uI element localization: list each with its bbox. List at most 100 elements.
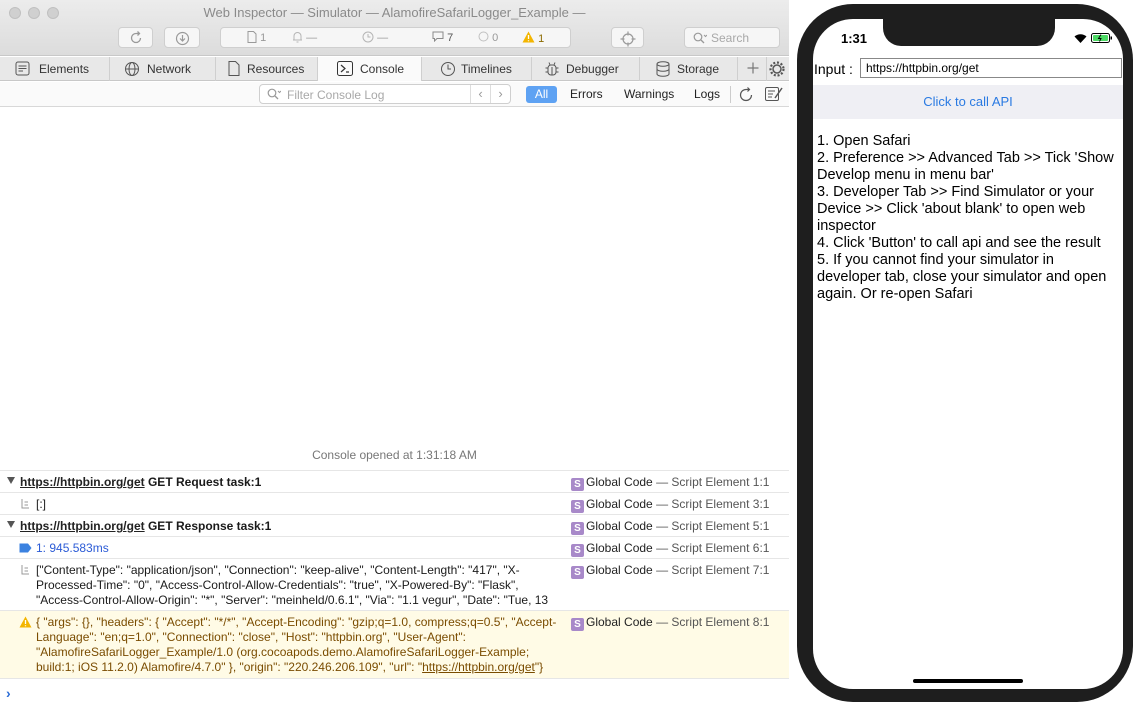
message-source[interactable]: S Global Code — Script Element 7:1: [571, 563, 769, 579]
window-title: Web Inspector — Simulator — AlamofireSaf…: [203, 5, 586, 20]
tab-network[interactable]: Network: [110, 57, 216, 81]
script-icon: S: [571, 522, 584, 535]
console-icon: [337, 61, 353, 76]
url-input[interactable]: [860, 58, 1122, 78]
console-log: Console opened at 1:31:18 AM https://htt…: [0, 108, 789, 706]
console-message[interactable]: https://httpbin.org/get GET Response tas…: [0, 514, 789, 536]
clear-log-icon[interactable]: [765, 86, 783, 102]
message-source[interactable]: S Global Code — Script Element 3:1: [571, 497, 769, 513]
reload-icon: [130, 31, 142, 44]
title-bar: Web Inspector — Simulator — AlamofireSaf…: [0, 0, 789, 56]
disclosure-triangle-icon[interactable]: [7, 521, 15, 528]
home-indicator[interactable]: [913, 679, 1023, 683]
database-icon: [656, 61, 670, 77]
log-entry-icon: [21, 499, 29, 509]
document-icon: [228, 61, 240, 76]
warnings-count[interactable]: 1: [522, 31, 544, 45]
dashboard[interactable]: [220, 27, 571, 48]
message-source[interactable]: S Global Code — Script Element 1:1: [571, 475, 769, 491]
origin-url-link[interactable]: https://httpbin.org/get: [422, 660, 535, 674]
message-text: { "args": {}, "headers": { "Accept": "*/…: [36, 615, 557, 674]
instruction-item: 4. Click 'Button' to call api and see th…: [817, 235, 1101, 251]
script-icon: S: [571, 566, 584, 579]
tab-timelines[interactable]: Timelines: [422, 57, 532, 81]
bug-icon: [545, 62, 559, 76]
clock-icon: [362, 31, 374, 43]
instruction-item: 5. If you cannot find your simulator in …: [817, 252, 1107, 302]
clock-icon: [441, 62, 455, 76]
preserve-log-icon[interactable]: [738, 87, 754, 103]
search-icon: [267, 88, 281, 100]
inspect-element-button[interactable]: [611, 27, 644, 48]
tab-bar: Elements Network Resources Console Timel…: [0, 57, 789, 81]
tab-debugger[interactable]: Debugger: [532, 57, 640, 81]
console-message[interactable]: ["Content-Type": "application/json", "Co…: [0, 558, 789, 622]
input-label: Input :: [814, 61, 853, 77]
phone-screen: 1:31 Input : Click to call API 1. Open S…: [813, 19, 1123, 689]
gear-icon: [769, 61, 785, 77]
warning-icon: [522, 31, 535, 43]
elements-icon: [15, 61, 30, 76]
response-url-link[interactable]: https://httpbin.org/get: [20, 519, 145, 533]
message-source[interactable]: S Global Code — Script Element 5:1: [571, 519, 769, 535]
filter-errors-button[interactable]: Errors: [570, 87, 603, 101]
notch: [883, 19, 1055, 46]
ios-simulator: 1:31 Input : Click to call API 1. Open S…: [789, 0, 1140, 706]
logs-count[interactable]: 7: [432, 31, 453, 44]
tab-console[interactable]: Console: [318, 57, 422, 81]
network-icon: [125, 62, 139, 76]
filter-placeholder: Filter Console Log: [287, 88, 385, 102]
errors-count[interactable]: 0: [478, 31, 498, 44]
web-inspector-window: Web Inspector — Simulator — AlamofireSaf…: [0, 0, 789, 706]
filter-console-input[interactable]: Filter Console Log ‹ ›: [259, 84, 511, 104]
api-button-bar: Click to call API: [813, 85, 1123, 119]
download-button[interactable]: [164, 27, 200, 48]
filter-all-button[interactable]: All: [526, 86, 557, 103]
script-icon: S: [571, 500, 584, 513]
script-icon: S: [571, 478, 584, 491]
search-icon: [693, 32, 707, 44]
message-text: https://httpbin.org/get GET Request task…: [20, 475, 262, 489]
log-entry-icon: [21, 565, 29, 575]
console-message[interactable]: https://httpbin.org/get GET Request task…: [0, 470, 789, 492]
plus-icon: [747, 62, 759, 74]
instruction-item: 2. Preference >> Advanced Tab >> Tick 'S…: [817, 150, 1114, 183]
instruction-item: 3. Developer Tab >> Find Simulator or yo…: [817, 184, 1094, 234]
script-icon: S: [571, 544, 584, 557]
script-icon: S: [571, 618, 584, 631]
message-source[interactable]: S Global Code — Script Element 6:1: [571, 541, 769, 557]
request-url-link[interactable]: https://httpbin.org/get: [20, 475, 145, 489]
download-icon: [175, 31, 190, 46]
message-source[interactable]: S Global Code — Script Element 8:1: [571, 615, 769, 631]
settings-button[interactable]: [766, 57, 789, 81]
message-text: https://httpbin.org/get GET Response tas…: [20, 519, 272, 533]
tab-storage[interactable]: Storage: [640, 57, 738, 81]
next-match-button[interactable]: ›: [490, 85, 510, 103]
tab-elements[interactable]: Elements: [0, 57, 110, 81]
console-filter-bar: Filter Console Log ‹ › All Errors Warnin…: [0, 82, 789, 107]
filter-logs-button[interactable]: Logs: [694, 87, 720, 101]
console-message[interactable]: 1: 945.583ms S Global Code — Script Eleme…: [0, 536, 789, 558]
message-text: 1: 945.583ms: [36, 541, 109, 555]
disclosure-triangle-icon[interactable]: [7, 477, 15, 484]
previous-match-button[interactable]: ‹: [470, 85, 490, 103]
console-prompt-icon[interactable]: ›: [6, 685, 11, 701]
console-warning-message[interactable]: { "args": {}, "headers": { "Accept": "*/…: [0, 610, 789, 678]
battery-icon: [1091, 33, 1112, 43]
instruction-item: 1. Open Safari: [817, 133, 911, 149]
load-time-indicator: —: [362, 31, 388, 44]
speech-bubble-icon: [432, 31, 444, 43]
search-placeholder: Search: [711, 31, 750, 45]
timeline-indicator: —: [292, 31, 317, 44]
new-tab-button[interactable]: [744, 58, 762, 78]
console-message[interactable]: [:] S Global Code — Script Element 3:1: [0, 492, 789, 514]
document-icon: [247, 31, 257, 43]
reload-button[interactable]: [118, 27, 153, 48]
call-api-button[interactable]: Click to call API: [813, 94, 1123, 109]
tab-resources[interactable]: Resources: [216, 57, 318, 81]
filter-warnings-button[interactable]: Warnings: [624, 87, 674, 101]
phone-frame: 1:31 Input : Click to call API 1. Open S…: [797, 4, 1133, 702]
search-input[interactable]: Search: [684, 27, 780, 48]
warning-icon: [19, 616, 32, 628]
status-time: 1:31: [841, 31, 868, 46]
